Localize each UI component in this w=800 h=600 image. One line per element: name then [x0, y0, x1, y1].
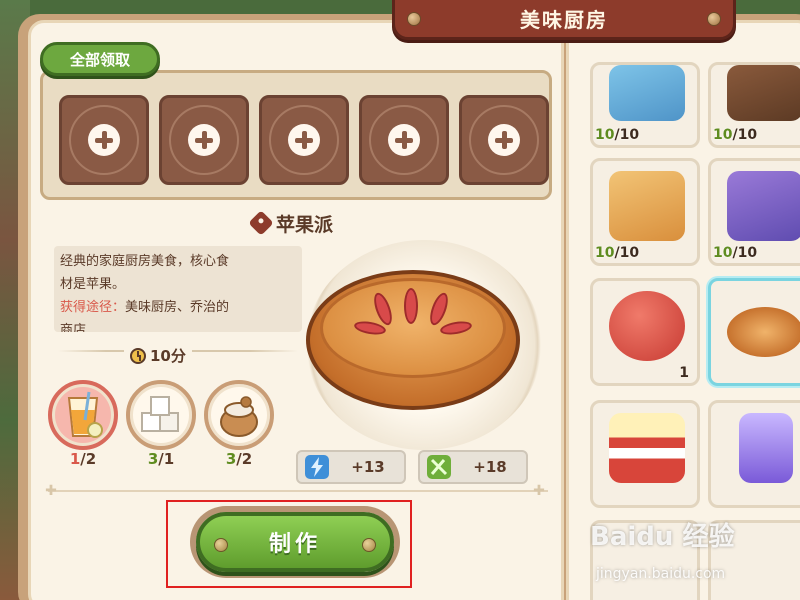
item-have: 10 [713, 245, 733, 261]
plus-icon [488, 124, 520, 156]
title-banner: 美味厨房 [392, 0, 736, 40]
item-cap: /10 [732, 127, 758, 143]
ingredient-1[interactable]: 1/2 [48, 380, 118, 470]
item-count: 1 [679, 365, 689, 381]
ingredient-count: 3/2 [204, 450, 274, 468]
item-snack-bag-hamster[interactable]: 10/10 [708, 158, 800, 266]
source-line-1: 获得途径：美味厨房、乔治的 [60, 296, 296, 319]
ingredient-2[interactable]: 3/1 [126, 380, 196, 470]
ingredient-have: 3 [225, 450, 237, 468]
item-apple-pie[interactable] [708, 278, 800, 386]
food-value: +18 [473, 458, 507, 476]
ingredient-circle [48, 380, 118, 450]
ingredient-count: 3/1 [126, 450, 196, 468]
ingredient-circle [204, 380, 274, 450]
snack-bag-hamster-icon [727, 171, 800, 241]
recipe-name: 苹果派 [276, 213, 334, 236]
item-jam-jar[interactable]: 1 [590, 278, 700, 386]
ingredient-count: 1/2 [48, 450, 118, 468]
cooking-slot-5[interactable] [459, 95, 549, 185]
item-snack-bag-seal[interactable]: 10/10 [590, 158, 700, 266]
plus-icon [88, 124, 120, 156]
ingredient-need: /1 [158, 450, 175, 468]
item-quantity: 10/10 [595, 127, 639, 143]
source-value-1: 美味厨房、乔治的 [125, 300, 230, 315]
pie-slit [404, 288, 418, 324]
food-stat: +18 [418, 450, 528, 484]
plus-icon [288, 124, 320, 156]
item-have: 10 [595, 245, 615, 261]
lightning-icon [302, 452, 332, 482]
recipe-description: 经典的家庭厨房美食，核心食 材是苹果。 获得途径：美味厨房、乔治的 商店 [54, 246, 302, 332]
plus-icon [388, 124, 420, 156]
claim-all-button[interactable]: 全部领取 [40, 42, 160, 76]
source-label: 获得途径： [60, 300, 126, 315]
plus-icon [188, 124, 220, 156]
sugar-cubes-icon [141, 396, 179, 432]
jam-jar-icon [609, 291, 685, 361]
clock-icon [130, 347, 146, 364]
ingredient-3[interactable]: 3/2 [204, 380, 274, 470]
grape-juice-icon [739, 413, 793, 483]
chips-bag-icon [609, 65, 685, 121]
description-line-1: 经典的家庭厨房美食，核心食 [60, 254, 230, 269]
item-quantity: 10/10 [713, 245, 757, 261]
ingredient-have: 3 [147, 450, 159, 468]
apple-juice-icon [67, 391, 103, 438]
cooking-slot-tray [40, 70, 552, 200]
item-cap: /10 [732, 245, 758, 261]
item-cap: /10 [614, 127, 640, 143]
description-line-2: 材是苹果。 [60, 277, 126, 292]
item-popcorn-bucket[interactable] [590, 400, 700, 508]
claim-all-label: 全部领取 [69, 50, 130, 69]
source-line-2: 商店 [60, 323, 87, 332]
snack-bag-seal-icon [609, 171, 685, 241]
item-cap: /10 [614, 245, 640, 261]
watermark-url: jingyan.baidu.com [596, 566, 726, 582]
energy-stat: +13 [296, 450, 406, 484]
fork-spoon-icon [424, 452, 454, 482]
energy-value: +13 [351, 458, 385, 476]
window-title: 美味厨房 [520, 7, 608, 32]
item-have: 10 [595, 127, 615, 143]
item-chips-bag-brown[interactable]: 10/10 [708, 62, 800, 148]
apple-pie-icon [727, 307, 800, 357]
cross-ornament: ✚ [45, 483, 57, 499]
item-quantity: 10/10 [595, 245, 639, 261]
ingredient-circle [126, 380, 196, 450]
chips-bag-icon [727, 65, 800, 121]
watermark-brand: Baidu 经验 [590, 522, 735, 552]
item-grape-juice-cup[interactable] [708, 400, 800, 508]
highlight-box [166, 500, 412, 588]
popcorn-bucket-icon [609, 413, 685, 483]
cooking-slot-1[interactable] [59, 95, 149, 185]
ingredient-have: 1 [69, 450, 81, 468]
item-have: 10 [713, 127, 733, 143]
recipe-title: 苹果派 [248, 210, 334, 236]
bottom-divider [48, 490, 548, 492]
item-chips-bag-yellow[interactable]: 10/10 [590, 62, 700, 148]
ingredient-need: /2 [236, 450, 253, 468]
cross-ornament: ✚ [533, 483, 545, 499]
cooking-slot-2[interactable] [159, 95, 249, 185]
item-quantity: 10/10 [713, 127, 757, 143]
ingredient-need: /2 [80, 450, 97, 468]
cook-time-value: 10分 [150, 347, 186, 365]
flour-sack-icon [220, 396, 258, 437]
cook-time: 10分 [124, 345, 192, 366]
cooking-slot-4[interactable] [359, 95, 449, 185]
tag-icon [248, 210, 274, 236]
cooking-slot-3[interactable] [259, 95, 349, 185]
